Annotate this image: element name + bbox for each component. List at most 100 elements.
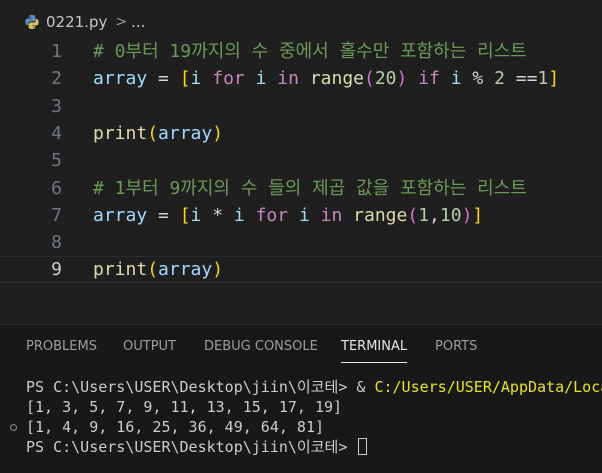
code-token: array [93, 68, 148, 90]
terminal-command-path: C:/Users/USER/AppData/Local/Programs/Pyt… [374, 378, 602, 396]
code-token: * [201, 204, 234, 226]
terminal-line: PS C:\Users\USER\Desktop\jiin\이코테> [0, 437, 602, 457]
terminal-line: PS C:\Users\USER\Desktop\jiin\이코테> & C:/… [0, 377, 602, 397]
code-token: 20 [374, 68, 397, 90]
code-line[interactable]: 4 print(array) [0, 120, 602, 147]
code-token: i [450, 68, 462, 90]
line-number: 9 [51, 259, 62, 281]
code-token: = [147, 204, 180, 226]
code-token: 1 [418, 204, 430, 226]
code-token: ] [548, 68, 560, 90]
code-token: for [212, 68, 245, 90]
code-token: array [93, 204, 148, 226]
code-token: print [93, 122, 148, 144]
terminal-cursor [358, 438, 368, 455]
line-number: 5 [51, 150, 62, 172]
code-line[interactable]: 6 # 1부터 9까지의 수 들의 제곱 값을 포함하는 리스트 [0, 175, 602, 202]
code-token: ( [147, 259, 159, 281]
breadcrumb-more[interactable]: ... [131, 13, 145, 31]
code-token: [ [179, 68, 191, 90]
tab-debug-console[interactable]: DEBUG CONSOLE [204, 325, 318, 369]
line-number: 8 [51, 232, 62, 254]
code-token: if [418, 68, 440, 90]
chevron-right-icon: > [115, 14, 128, 30]
code-token: # 0부터 19까지의 수 중에서 홀수만 포함하는 리스트 [93, 41, 527, 62]
terminal-output: [1, 3, 5, 7, 9, 11, 13, 15, 17, 19] [26, 398, 343, 416]
code-token: 10 [439, 204, 462, 226]
code-text: array = [i * i for i in range(1,10)] [93, 202, 483, 229]
code-token: i [233, 204, 245, 226]
tab-problems[interactable]: PROBLEMS [26, 325, 97, 369]
code-text: print(array) [93, 120, 223, 147]
terminal[interactable]: PS C:\Users\USER\Desktop\jiin\이코테> & C:/… [0, 377, 602, 457]
line-number: 4 [51, 122, 62, 144]
code-token: in [277, 68, 299, 90]
code-token: % [461, 68, 495, 90]
code-text: print(array) [93, 257, 223, 282]
tab-output[interactable]: OUTPUT [123, 325, 176, 369]
code-token: array [158, 259, 213, 281]
code-token: i [190, 204, 202, 226]
code-editor[interactable]: 1 # 0부터 19까지의 수 중에서 홀수만 포함하는 리스트 2 array = … [0, 37, 602, 313]
code-line[interactable]: 8 [0, 229, 602, 256]
code-token: ( [364, 68, 375, 90]
terminal-prompt: PS C:\Users\USER\Desktop\jiin\이코테> [26, 378, 357, 396]
code-token: = [147, 68, 180, 90]
code-token: [ [179, 204, 191, 226]
code-token: # 1부터 9까지의 수 들의 제곱 값을 포함하는 리스트 [93, 177, 527, 199]
code-token: i [298, 204, 310, 226]
code-token: 2 [494, 68, 505, 90]
code-token: , [429, 204, 440, 226]
code-token: array [158, 122, 213, 144]
code-token: range [353, 204, 408, 226]
code-token: ) [212, 122, 224, 144]
code-line[interactable]: 9 print(array) [0, 256, 602, 284]
line-number: 1 [51, 41, 62, 62]
command-decoration-icon[interactable] [10, 424, 17, 431]
line-number: 2 [51, 68, 62, 90]
tab-ports[interactable]: PORTS [435, 325, 477, 369]
code-token: ] [472, 204, 484, 226]
code-token: in [320, 204, 343, 226]
bottom-panel: PROBLEMS OUTPUT DEBUG CONSOLE TERMINAL P… [0, 324, 602, 473]
terminal-output: [1, 4, 9, 16, 25, 36, 49, 64, 81] [26, 418, 325, 436]
code-token: ) [396, 68, 408, 90]
terminal-command-amp: & [356, 378, 375, 396]
code-token: print [93, 259, 148, 281]
code-token: i [190, 68, 202, 90]
code-line[interactable]: 3 [0, 93, 602, 120]
code-token: 1 [537, 68, 549, 90]
code-text: # 1부터 9까지의 수 들의 제곱 값을 포함하는 리스트 [93, 175, 527, 202]
tab-terminal[interactable]: TERMINAL [341, 325, 408, 369]
code-token: ( [407, 204, 419, 226]
panel-tabs: PROBLEMS OUTPUT DEBUG CONSOLE TERMINAL P… [0, 325, 602, 369]
code-line[interactable]: 2 array = [i for i in range(20) if i % 2 … [0, 65, 602, 92]
code-text: # 0부터 19까지의 수 중에서 홀수만 포함하는 리스트 [93, 38, 527, 65]
code-line[interactable]: 5 [0, 147, 602, 174]
python-file-icon [24, 14, 40, 30]
terminal-prompt: PS C:\Users\USER\Desktop\jiin\이코테> [26, 438, 357, 456]
code-token: ( [147, 122, 159, 144]
terminal-line: [1, 4, 9, 16, 25, 36, 49, 64, 81] [0, 417, 602, 437]
code-token: == [504, 68, 538, 90]
terminal-line: [1, 3, 5, 7, 9, 11, 13, 15, 17, 19] [0, 397, 602, 417]
line-number: 6 [51, 177, 62, 199]
code-line[interactable]: 1 # 0부터 19까지의 수 중에서 홀수만 포함하는 리스트 [0, 38, 602, 65]
code-token: range [309, 68, 364, 90]
breadcrumb-file[interactable]: 0221.py [46, 13, 107, 31]
code-token: for [255, 204, 289, 226]
code-line[interactable]: 7 array = [i * i for i in range(1,10)] [0, 202, 602, 229]
line-number: 7 [51, 204, 62, 226]
code-text: array = [i for i in range(20) if i % 2 =… [93, 65, 559, 92]
code-token: i [255, 68, 267, 90]
